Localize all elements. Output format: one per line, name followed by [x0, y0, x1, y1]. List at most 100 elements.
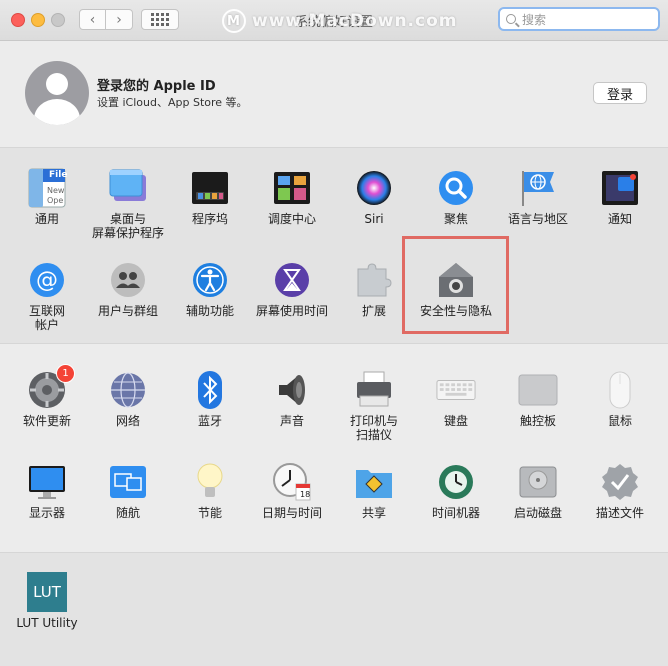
- pref-language-region[interactable]: 语言与地区: [497, 168, 579, 226]
- pref-label: 共享: [361, 506, 386, 520]
- pref-label: 蓝牙: [197, 414, 222, 428]
- pref-label: LUT Utility: [16, 616, 78, 630]
- pref-bluetooth[interactable]: 蓝牙: [169, 370, 251, 428]
- watermark: M www.MacDown.com: [222, 6, 457, 36]
- software-update-icon: 1: [27, 364, 75, 410]
- pref-label: 日期与时间: [261, 506, 322, 520]
- pref-startup-disk[interactable]: 启动磁盘: [497, 462, 579, 520]
- mouse-icon: [600, 370, 640, 410]
- avatar[interactable]: [25, 61, 89, 125]
- pref-label: 时间机器: [431, 506, 480, 520]
- pref-label: Siri: [364, 212, 384, 226]
- extensions-icon: [354, 260, 394, 300]
- pref-label: 语言与地区: [507, 212, 568, 226]
- login-button[interactable]: 登录: [593, 82, 647, 104]
- pref-label: 打印机与 扫描仪: [349, 414, 398, 442]
- energy-saver-icon: [190, 462, 230, 502]
- pref-time-machine[interactable]: 时间机器: [415, 462, 497, 520]
- pref-lut-utility[interactable]: LUT LUT Utility: [6, 572, 88, 630]
- apple-id-section: 登录您的 Apple ID 设置 iCloud、App Store 等。 登录: [0, 41, 668, 147]
- pref-keyboard[interactable]: 键盘: [415, 370, 497, 428]
- pref-screen-time[interactable]: 屏幕使用时间: [251, 260, 333, 318]
- pref-spotlight[interactable]: 聚焦: [415, 168, 497, 226]
- pref-label: 启动磁盘: [513, 506, 562, 520]
- pref-label: 触控板: [519, 414, 556, 428]
- pref-network[interactable]: 网络: [87, 370, 169, 428]
- pref-software-update[interactable]: 1 软件更新: [6, 364, 88, 428]
- screen-time-icon: [272, 260, 312, 300]
- watermark-text: www.MacDown.com: [252, 11, 458, 31]
- trackpad-icon: [518, 370, 558, 410]
- search-input[interactable]: 搜索: [498, 7, 660, 31]
- pref-mouse[interactable]: 鼠标: [579, 370, 661, 428]
- watermark-logo-icon: M: [222, 9, 246, 33]
- sound-icon: [272, 370, 312, 410]
- date-time-icon: 18: [272, 462, 312, 502]
- pref-profiles[interactable]: 描述文件: [579, 462, 661, 520]
- notifications-icon: [600, 168, 640, 208]
- users-groups-icon: [108, 260, 148, 300]
- profiles-icon: [600, 462, 640, 502]
- pref-sidecar[interactable]: 随航: [87, 462, 169, 520]
- pref-desktop-screensaver[interactable]: 桌面与 屏幕保护程序: [87, 168, 169, 240]
- sharing-icon: [354, 462, 394, 502]
- siri-icon: [354, 168, 394, 208]
- bluetooth-icon: [190, 370, 230, 410]
- pref-internet-accounts[interactable]: @ 互联网 帐户: [6, 260, 88, 332]
- pref-users-groups[interactable]: 用户与群组: [87, 260, 169, 318]
- pref-label: 屏幕使用时间: [255, 304, 328, 318]
- mission-control-icon: [272, 168, 312, 208]
- security-highlight-box: [402, 236, 509, 334]
- pref-label: 软件更新: [22, 414, 71, 428]
- pref-notifications[interactable]: 通知: [579, 168, 661, 226]
- svg-text:@: @: [36, 268, 58, 293]
- desktop-screensaver-icon: [108, 168, 148, 208]
- pref-printers-scanners[interactable]: 打印机与 扫描仪: [333, 370, 415, 442]
- spotlight-icon: [436, 168, 476, 208]
- apple-id-title: 登录您的 Apple ID: [97, 79, 216, 94]
- pref-label: 调度中心: [267, 212, 316, 226]
- pref-label: 网络: [115, 414, 140, 428]
- accessibility-icon: [190, 260, 230, 300]
- pref-label: 声音: [279, 414, 304, 428]
- pref-displays[interactable]: 显示器: [6, 462, 88, 520]
- pref-label: 键盘: [443, 414, 468, 428]
- pref-sound[interactable]: 声音: [251, 370, 333, 428]
- language-region-icon: [518, 168, 558, 208]
- pref-label: 节能: [197, 506, 222, 520]
- pref-label: 用户与群组: [97, 304, 158, 318]
- other-prefs-section: [0, 552, 668, 666]
- time-machine-icon: [436, 462, 476, 502]
- pref-date-time[interactable]: 18 日期与时间: [251, 462, 333, 520]
- pref-label: 桌面与 屏幕保护程序: [91, 212, 164, 240]
- dock-icon: [190, 168, 230, 208]
- title-bar: ‹ › 系统偏好设置 M www.MacDown.com 搜索: [0, 0, 668, 41]
- search-placeholder: 搜索: [522, 12, 547, 27]
- pref-general[interactable]: File New Ope 通用: [6, 168, 88, 226]
- general-icon: File New Ope: [27, 168, 67, 208]
- network-icon: [108, 370, 148, 410]
- pref-dock[interactable]: 程序坞: [169, 168, 251, 226]
- pref-label: 随航: [115, 506, 140, 520]
- pref-energy-saver[interactable]: 节能: [169, 462, 251, 520]
- pref-label: 鼠标: [607, 414, 632, 428]
- pref-label: 辅助功能: [185, 304, 234, 318]
- sidecar-icon: [108, 462, 148, 502]
- search-icon: [506, 14, 516, 24]
- pref-mission-control[interactable]: 调度中心: [251, 168, 333, 226]
- pref-accessibility[interactable]: 辅助功能: [169, 260, 251, 318]
- pref-label: 描述文件: [595, 506, 644, 520]
- pref-label: 程序坞: [191, 212, 228, 226]
- pref-label: 聚焦: [443, 212, 468, 226]
- pref-trackpad[interactable]: 触控板: [497, 370, 579, 428]
- internet-accounts-icon: @: [27, 260, 67, 300]
- startup-disk-icon: [518, 462, 558, 502]
- pref-siri[interactable]: Siri: [333, 168, 415, 226]
- displays-icon: [27, 462, 67, 502]
- pref-label: 通用: [34, 212, 59, 226]
- pref-label: 互联网 帐户: [28, 304, 65, 332]
- update-count-badge: 1: [56, 364, 75, 383]
- printers-scanners-icon: [354, 370, 394, 410]
- pref-sharing[interactable]: 共享: [333, 462, 415, 520]
- pref-label: 通知: [607, 212, 632, 226]
